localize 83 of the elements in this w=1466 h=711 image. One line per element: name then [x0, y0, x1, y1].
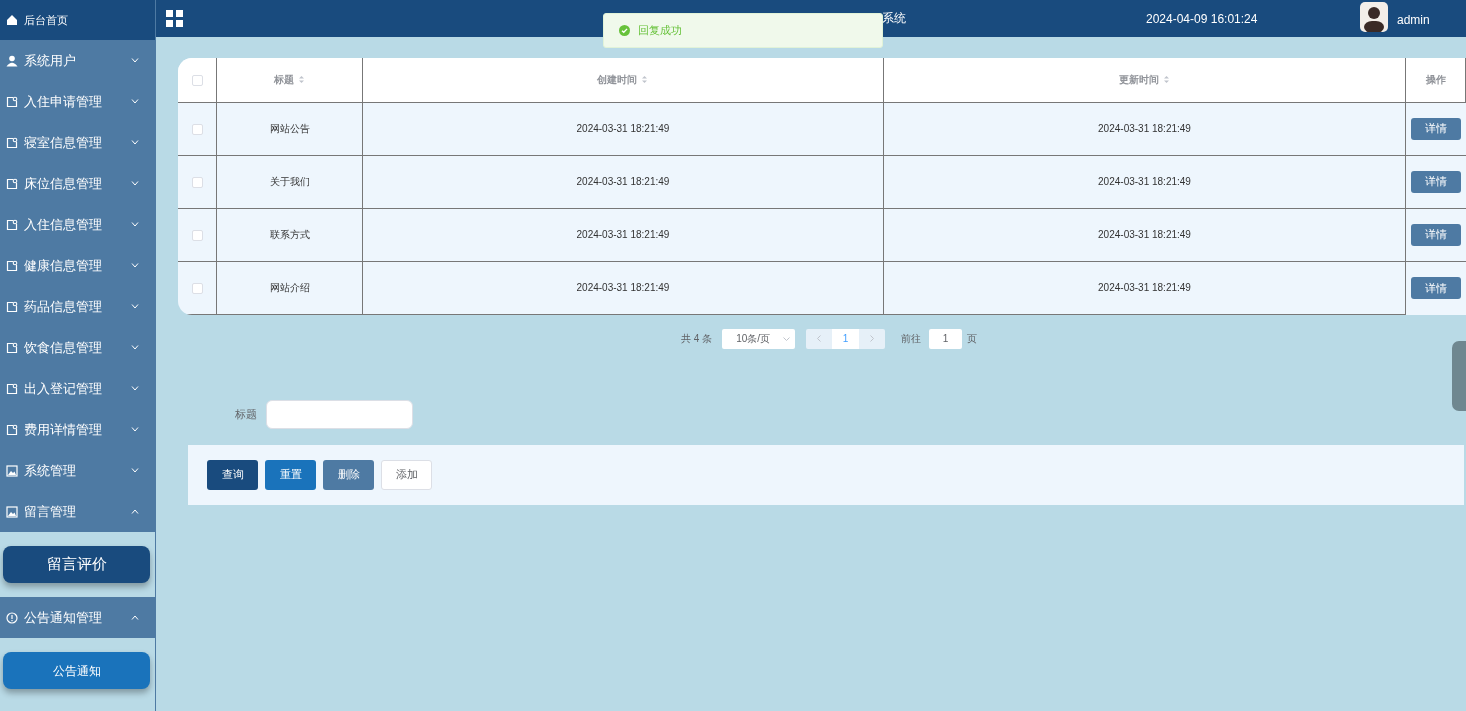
column-header: 操作 [1425, 73, 1446, 88]
sidebar-menu-item[interactable]: 寝室信息管理 [0, 122, 155, 163]
table-cell: 网站公告 [216, 102, 363, 155]
sidebar-menu-item[interactable]: 入住信息管理 [0, 204, 155, 245]
details-button[interactable]: 详情 [1411, 276, 1461, 299]
page-number[interactable]: 1 [832, 328, 860, 349]
table-cell: 2024-03-31 18:21:49 [883, 155, 1406, 208]
grid-menu-icon[interactable] [166, 10, 183, 27]
title-label: 标题 [235, 406, 257, 422]
details-button[interactable]: 详情 [1411, 117, 1461, 140]
submenu-item[interactable]: 公告通知 [3, 652, 150, 689]
sidebar-menu-item[interactable]: 费用详情管理 [0, 409, 155, 450]
submenu-item[interactable]: 留言评价 [3, 546, 150, 583]
sidebar-menu-item[interactable]: 健康信息管理 [0, 245, 155, 286]
column-header[interactable]: 创建时间 [597, 72, 638, 88]
page-suffix: 页 [967, 332, 978, 346]
row-checkbox[interactable] [191, 123, 203, 135]
username[interactable]: admin [1397, 11, 1430, 29]
details-button[interactable]: 详情 [1411, 223, 1461, 246]
sort-icon [298, 75, 306, 85]
document-icon [6, 136, 18, 149]
document-icon [6, 423, 18, 436]
goto-label: 前往 [901, 332, 922, 346]
table-cell: 网站介绍 [216, 261, 363, 314]
chevron-left-icon [817, 335, 822, 342]
table-cell: 2024-03-31 18:21:49 [883, 261, 1406, 314]
total-count: 共 4 条 [681, 332, 713, 346]
home-menu-item[interactable]: 后台首页 [0, 0, 155, 40]
document-icon [6, 218, 18, 231]
next-page-button[interactable] [859, 328, 886, 349]
info-icon [6, 611, 18, 624]
document-icon [6, 177, 18, 190]
query-button[interactable]: 查询 [207, 459, 258, 490]
toast-text: 回复成功 [638, 23, 682, 39]
document-icon [6, 300, 18, 313]
row-checkbox[interactable] [191, 282, 203, 294]
document-icon [6, 95, 18, 108]
sidebar-menu-item[interactable]: 床位信息管理 [0, 163, 155, 204]
document-icon [6, 341, 18, 354]
document-icon [6, 259, 18, 272]
details-button[interactable]: 详情 [1411, 170, 1461, 193]
table-cell: 2024-03-31 18:21:49 [883, 208, 1406, 261]
column-header[interactable]: 更新时间 [1119, 72, 1159, 88]
page-size-select[interactable]: 10条/页 [722, 328, 796, 349]
user-icon [6, 54, 18, 67]
sort-icon [641, 75, 649, 85]
system-title: 系统 [882, 10, 906, 27]
row-checkbox[interactable] [191, 176, 203, 188]
delete-button[interactable]: 删除 [323, 459, 374, 490]
sidebar-menu-item[interactable]: 系统用户 [0, 40, 155, 81]
table-cell: 2024-03-31 18:21:49 [362, 155, 884, 208]
image-icon [6, 464, 18, 477]
title-input[interactable] [266, 399, 413, 429]
sidebar-menu-item[interactable]: 系统管理 [0, 450, 155, 491]
document-icon [6, 382, 18, 395]
table-cell: 2024-03-31 18:21:49 [362, 208, 884, 261]
column-header[interactable]: 标题 [274, 72, 295, 88]
sidebar-menu-item[interactable]: 公告通知管理 [0, 597, 155, 638]
image-icon [6, 505, 18, 518]
table-cell: 2024-03-31 18:21:49 [883, 102, 1406, 155]
sidebar-menu-item[interactable]: 出入登记管理 [0, 368, 155, 409]
sort-icon [1163, 75, 1170, 85]
previous-page-button[interactable] [806, 328, 833, 349]
table-cell: 2024-03-31 18:21:49 [362, 261, 884, 314]
select-all-checkbox[interactable] [191, 75, 203, 87]
goto-page-input[interactable]: 1 [929, 328, 963, 349]
table-cell: 关于我们 [216, 155, 363, 208]
table-cell: 联系方式 [216, 208, 363, 261]
sidebar-menu-item[interactable]: 入住申请管理 [0, 81, 155, 122]
row-checkbox[interactable] [191, 229, 203, 241]
home-icon [6, 14, 18, 26]
side-handle[interactable] [1452, 341, 1466, 411]
success-icon [619, 25, 630, 36]
table-cell: 2024-03-31 18:21:49 [362, 102, 884, 155]
avatar[interactable] [1360, 2, 1388, 32]
datetime: 2024-04-09 16:01:24 [1146, 11, 1258, 28]
sidebar-menu-item[interactable]: 饮食信息管理 [0, 327, 155, 368]
reset-button[interactable]: 重置 [265, 459, 316, 490]
add-button[interactable]: 添加 [381, 459, 432, 490]
sidebar-menu-item[interactable]: 留言管理 [0, 491, 155, 532]
sidebar-menu-item[interactable]: 药品信息管理 [0, 286, 155, 327]
chevron-right-icon [870, 335, 875, 342]
chevron-down-icon [783, 336, 791, 341]
